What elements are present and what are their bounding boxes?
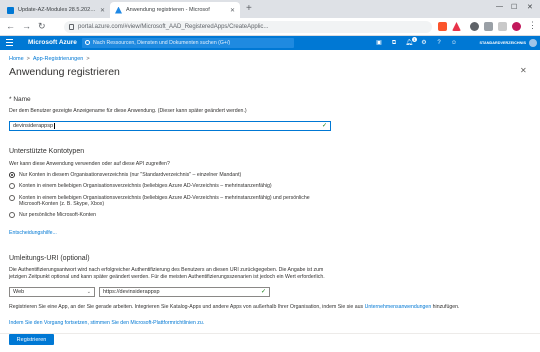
back-icon[interactable]: ←	[6, 21, 15, 31]
radio-option-multi-tenant[interactable]: Konten in einem beliebigen Organisations…	[9, 183, 272, 189]
name-input-value: devinsiderappsp	[13, 123, 54, 129]
lock-icon	[69, 24, 74, 30]
menu-icon[interactable]: ⋮	[528, 20, 537, 31]
tab-title: Update-AZ-Modules 28.5.2022. 12:1	[18, 7, 96, 13]
reload-icon[interactable]: ↻	[38, 21, 46, 32]
radio-option-multi-tenant-personal[interactable]: Konten in einem beliebigen Organisations…	[9, 195, 310, 207]
breadcrumb: Home > App-Registrierungen >	[9, 56, 93, 62]
tab-close-icon[interactable]: ✕	[100, 7, 105, 14]
profile-avatar[interactable]	[512, 22, 521, 31]
browser-toolbar: ← → ↻ portal.azure.com/#view/Microsoft_A…	[0, 18, 540, 36]
settings-gear-icon[interactable]: ⚙	[420, 39, 428, 47]
new-tab-icon[interactable]: +	[246, 3, 252, 14]
user-avatar[interactable]	[529, 39, 537, 47]
radio-selected-icon[interactable]	[9, 172, 15, 178]
radio-icon[interactable]	[9, 212, 15, 218]
breadcrumb-separator: >	[26, 56, 30, 62]
page-title: Anwendung registrieren	[9, 66, 120, 78]
radio-label: Nur persönliche Microsoft-Konten	[19, 212, 96, 218]
close-blade-icon[interactable]: ✕	[520, 66, 527, 75]
azure-search-input[interactable]: Nach Ressourcen, Diensten und Dokumenten…	[82, 38, 294, 48]
valid-check-icon: ✓	[321, 123, 327, 129]
window-close-icon[interactable]: ✕	[527, 3, 533, 11]
platform-value: Web	[13, 289, 25, 295]
footer-divider	[0, 333, 540, 334]
user-directory-label[interactable]: STANDARDVERZEICHNIS	[479, 41, 526, 45]
redirect-uri-title: Umleitungs-URI (optional)	[9, 255, 90, 262]
minimize-icon[interactable]: —	[496, 3, 503, 10]
directory-filter-icon[interactable]: ⧉	[390, 39, 398, 47]
platform-policy-link[interactable]: Indem Sie den Vorgang fortsetzen, stimme…	[9, 320, 204, 326]
chevron-down-icon: ⌄	[86, 289, 91, 295]
tab-close-icon[interactable]: ✕	[230, 7, 235, 14]
breadcrumb-home[interactable]: Home	[9, 56, 24, 62]
decision-help-link[interactable]: Entscheidungshilfe...	[9, 230, 57, 236]
registration-note: Registrieren Sie eine App, an der Sie ge…	[9, 304, 459, 310]
wallet-icon[interactable]	[484, 22, 493, 31]
radio-label: Konten in einem beliebigen Organisations…	[19, 183, 272, 189]
help-icon[interactable]: ?	[435, 39, 443, 47]
platform-select[interactable]: Web ⌄	[9, 287, 95, 297]
radio-icon[interactable]	[9, 195, 15, 201]
address-bar[interactable]: portal.azure.com/#view/Microsoft_AAD_Reg…	[64, 21, 432, 33]
account-types-title: Unterstützte Kontotypen	[9, 148, 85, 155]
registration-note-end: hinzufügen.	[432, 304, 460, 310]
rewards-icon[interactable]	[452, 22, 461, 31]
brave-shield-icon[interactable]	[438, 22, 447, 31]
cloud-shell-icon[interactable]: ▣	[375, 39, 383, 47]
text-cursor	[53, 123, 55, 129]
radio-label-line2: Microsoft-Konten (z. B. Skype, Xbox)	[19, 201, 105, 207]
name-description: Der dem Benutzer gezeigte Anzeigename fü…	[9, 108, 247, 114]
radio-option-single-tenant[interactable]: Nur Konten in diesem Organisationsverzei…	[9, 172, 241, 178]
radio-option-personal-only[interactable]: Nur persönliche Microsoft-Konten	[9, 212, 96, 218]
azure-top-bar: Microsoft Azure Nach Ressourcen, Dienste…	[0, 36, 540, 50]
redirect-uri-value: https://devinsiderappsp	[103, 289, 160, 295]
name-section-label: * Name	[9, 96, 31, 103]
breadcrumb-separator: >	[86, 56, 90, 62]
register-button[interactable]: Registrieren	[9, 334, 54, 345]
redirect-uri-description-1: Die Authentifizierungsantwort wird nach …	[9, 267, 324, 273]
forward-icon[interactable]: →	[22, 21, 31, 31]
radio-label: Nur Konten in diesem Organisationsverzei…	[19, 172, 242, 178]
breadcrumb-app-registrations[interactable]: App-Registrierungen	[33, 56, 83, 62]
registration-note-text: Registrieren Sie eine App, an der Sie ge…	[9, 304, 364, 310]
hamburger-menu-icon[interactable]	[6, 39, 13, 46]
name-input[interactable]: devinsiderappsp ✓	[9, 121, 331, 131]
tab-title: Anwendung registrieren - Microsof	[126, 7, 210, 13]
account-types-question: Wer kann diese Anwendung verwenden oder …	[9, 161, 170, 167]
sidebar-icon[interactable]	[498, 22, 507, 31]
redirect-uri-input[interactable]: https://devinsiderappsp ✓	[99, 287, 270, 297]
maximize-icon[interactable]: ☐	[511, 3, 517, 11]
browser-tab-strip: Update-AZ-Modules 28.5.2022. 12:1 ✕ Anwe…	[0, 0, 540, 18]
main-content: Home > App-Registrierungen > Anwendung regi…	[0, 50, 540, 352]
radio-icon[interactable]	[9, 183, 15, 189]
search-icon	[85, 40, 90, 45]
radio-label: Konten in einem beliebigen Organisations…	[19, 195, 310, 207]
enterprise-apps-link[interactable]: Unternehmensanwendungen	[365, 304, 432, 310]
azure-brand[interactable]: Microsoft Azure	[28, 39, 77, 46]
azure-favicon-icon	[115, 6, 122, 14]
extension-icon[interactable]	[470, 22, 479, 31]
valid-check-icon: ✓	[260, 289, 266, 295]
tab-favicon-icon	[7, 6, 14, 14]
redirect-uri-description-2: jetzigen Zeitpunkt optional und kann spä…	[9, 274, 325, 280]
search-placeholder: Nach Ressourcen, Diensten und Dokumenten…	[93, 40, 231, 46]
feedback-icon[interactable]: ☺	[450, 39, 458, 47]
browser-tab-register-app[interactable]: Anwendung registrieren - Microsof ✕	[110, 2, 240, 18]
notification-badge: 1	[412, 37, 417, 42]
url-text: portal.azure.com/#view/Microsoft_AAD_Reg…	[78, 24, 269, 30]
browser-tab-update[interactable]: Update-AZ-Modules 28.5.2022. 12:1 ✕	[2, 2, 110, 18]
